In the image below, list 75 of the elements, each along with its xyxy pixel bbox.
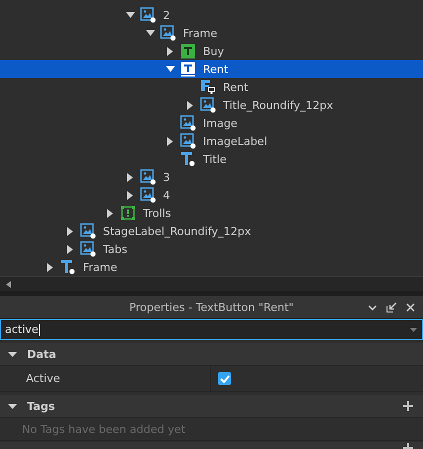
tree-item-label: 4 xyxy=(163,188,170,202)
expanded-arrow-icon[interactable] xyxy=(146,30,154,36)
section-header[interactable]: Tags xyxy=(0,395,423,418)
section-header[interactable]: Data xyxy=(0,343,423,366)
image-icon xyxy=(80,241,96,257)
expanded-arrow-icon[interactable] xyxy=(8,350,17,358)
section-title: Tags xyxy=(27,400,55,412)
tree-item[interactable]: Frame xyxy=(0,258,423,276)
tree-item-label: Buy xyxy=(203,44,224,58)
collapsed-arrow-icon[interactable] xyxy=(47,262,53,272)
frame-icon xyxy=(120,205,136,221)
tree-item-label: Rent xyxy=(203,62,228,76)
tree-item-label: Tabs xyxy=(103,242,128,256)
checkbox[interactable] xyxy=(218,372,231,385)
tree-item[interactable]: 4 xyxy=(0,186,423,204)
tree-item-label: Frame xyxy=(83,260,118,274)
tree-item-label: ImageLabel xyxy=(203,134,268,148)
image-icon xyxy=(180,133,196,149)
dropdown-icon[interactable] xyxy=(410,328,417,332)
tree-item[interactable]: ImageLabel xyxy=(0,132,423,150)
text-label-icon xyxy=(180,151,196,167)
collapsed-arrow-icon[interactable] xyxy=(127,190,133,200)
text-button-icon xyxy=(180,61,196,77)
tree-item-label: Title xyxy=(203,152,227,166)
image-icon xyxy=(160,25,176,41)
close-icon[interactable] xyxy=(406,303,415,312)
tree-item[interactable]: 2 xyxy=(0,6,423,24)
undock-icon[interactable] xyxy=(386,302,397,313)
tree-item-label: Frame xyxy=(183,26,218,40)
image-icon xyxy=(140,169,156,185)
tree-item[interactable]: 3 xyxy=(0,168,423,186)
collapsed-arrow-icon[interactable] xyxy=(107,208,113,218)
panel-title: Properties - TextButton "Rent" xyxy=(129,300,294,314)
collapsed-arrow-icon[interactable] xyxy=(127,172,133,182)
filter-field[interactable]: active xyxy=(0,319,423,340)
tree-item-label: 2 xyxy=(163,8,170,22)
collapsed-arrow-icon[interactable] xyxy=(67,244,73,254)
tree-item[interactable]: Title xyxy=(0,150,423,168)
tree-item[interactable]: Trolls xyxy=(0,204,423,222)
tree-item[interactable]: StageLabel_Roundify_12px xyxy=(0,222,423,240)
tree-item-label: Rent xyxy=(223,80,248,94)
tree-item-label: Title_Roundify_12px xyxy=(223,98,334,112)
tree-item[interactable]: Buy xyxy=(0,42,423,60)
script-icon xyxy=(200,79,216,95)
tree-item[interactable]: Rent xyxy=(0,78,423,96)
add-icon[interactable] xyxy=(403,401,413,411)
text-label-icon xyxy=(60,259,76,275)
image-icon xyxy=(140,187,156,203)
tree-item[interactable]: Image xyxy=(0,114,423,132)
tree-item-label: 3 xyxy=(163,170,170,184)
collapsed-arrow-icon[interactable] xyxy=(167,46,173,56)
tree-item-label: Image xyxy=(203,116,238,130)
horizontal-scrollbar[interactable] xyxy=(0,276,423,291)
text-button-icon xyxy=(180,43,196,59)
image-icon xyxy=(180,115,196,131)
section-title: Data xyxy=(27,348,56,360)
image-icon xyxy=(200,97,216,113)
collapsed-arrow-icon[interactable] xyxy=(67,226,73,236)
empty-message: No Tags have been added yet xyxy=(22,422,186,436)
property-name: Active xyxy=(0,366,211,391)
image-icon xyxy=(140,7,156,23)
tree-item[interactable]: Title_Roundify_12px xyxy=(0,96,423,114)
expanded-arrow-icon[interactable] xyxy=(126,12,134,18)
expanded-arrow-icon[interactable] xyxy=(8,402,17,410)
expanded-arrow-icon[interactable] xyxy=(166,66,174,72)
scroll-left-icon[interactable] xyxy=(6,280,11,288)
tree-item[interactable]: Tabs xyxy=(0,240,423,258)
collapsed-arrow-icon[interactable] xyxy=(167,136,173,146)
tree-item-label: Trolls xyxy=(143,206,171,220)
tree-item[interactable]: Frame xyxy=(0,24,423,42)
tree-item[interactable]: Rent xyxy=(0,60,423,78)
collapsed-arrow-icon[interactable] xyxy=(187,100,193,110)
image-icon xyxy=(80,223,96,239)
chevron-down-icon[interactable] xyxy=(368,304,377,310)
tree-item-label: StageLabel_Roundify_12px xyxy=(103,224,252,238)
